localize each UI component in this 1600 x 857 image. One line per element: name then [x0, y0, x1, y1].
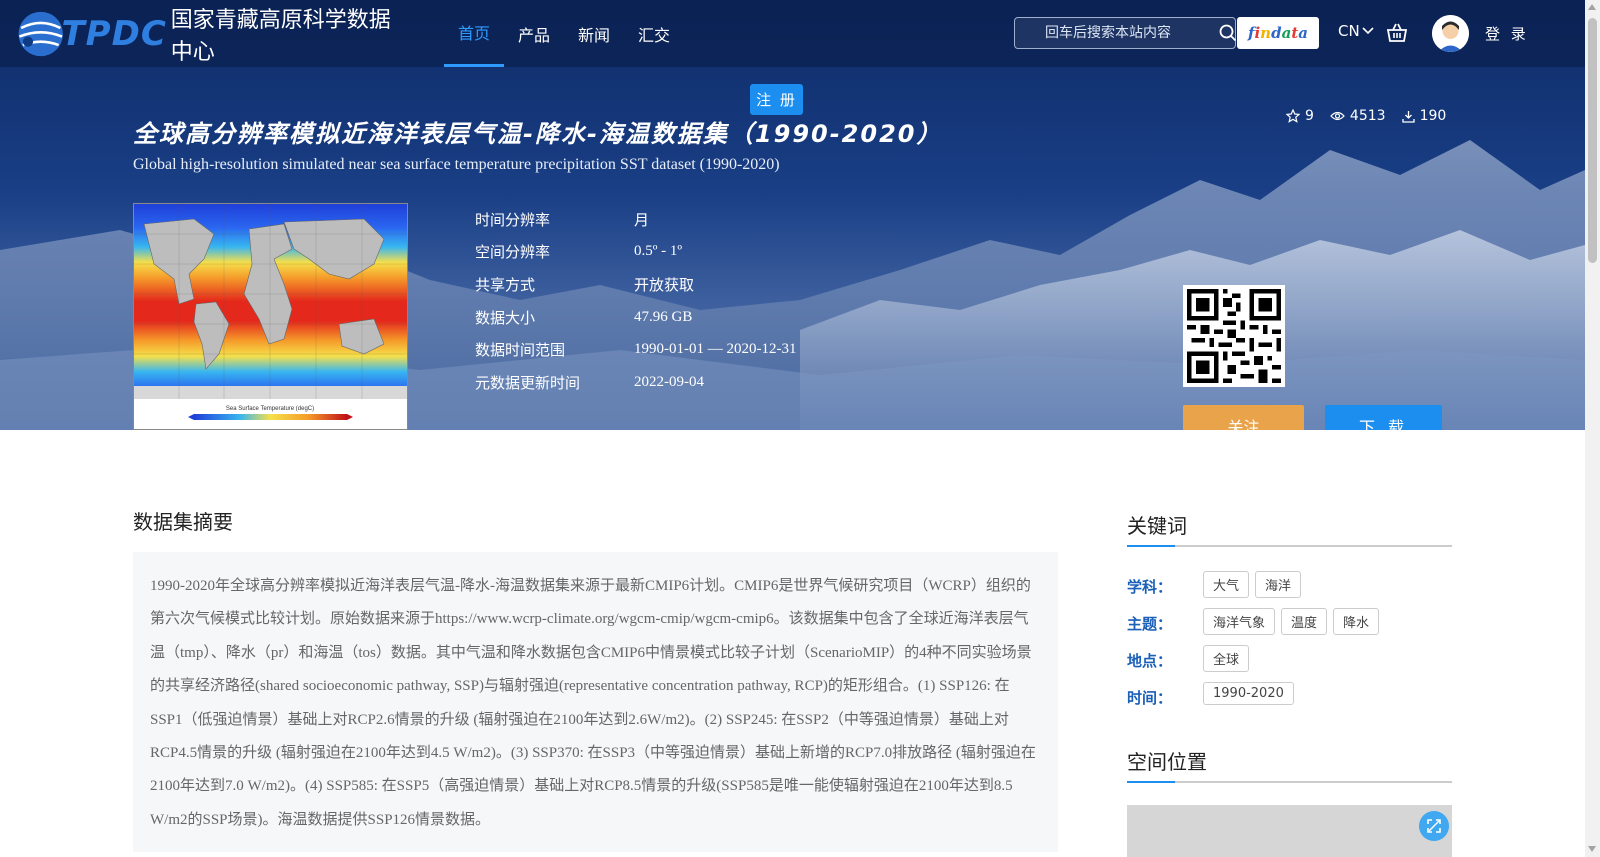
keyword-tags: 全球 [1203, 645, 1250, 672]
keyword-row: 地点： 全球 [1127, 645, 1452, 672]
keyword-label: 地点： [1127, 652, 1173, 670]
keyword-tag[interactable]: 降水 [1333, 608, 1380, 635]
sst-map-image: Sea Surface Temperature (degC) [134, 204, 407, 420]
findata-letter: t [1291, 24, 1299, 42]
meta-row: 数据大小 47.96 GB [475, 301, 796, 334]
meta-value: 1990-01-01 — 2020-12-31 [634, 341, 797, 358]
main-nav: 首页 产品 新闻 汇交 [444, 0, 684, 67]
search-box [1014, 17, 1237, 49]
dataset-title-en: Global high-resolution simulated near se… [133, 156, 780, 173]
nav-news[interactable]: 新闻 [564, 0, 624, 67]
cart-icon[interactable] [1386, 22, 1408, 44]
user-avatar-icon [1432, 15, 1469, 52]
register-button[interactable]: 注 册 [750, 84, 803, 115]
nav-submit[interactable]: 汇交 [624, 0, 684, 67]
globe-logo-icon [18, 11, 63, 57]
thumbnail-caption: Sea Surface Temperature (degC) [226, 406, 314, 412]
qr-code [1183, 285, 1285, 387]
dataset-meta: 时间分辨率 月 空间分辨率 0.5º - 1º 共享方式 开放获取 数据大小 4… [475, 203, 796, 399]
meta-value: 月 [634, 212, 650, 229]
meta-label: 数据时间范围 [475, 341, 566, 360]
meta-label: 共享方式 [475, 275, 536, 294]
meta-value: 开放获取 [634, 277, 695, 294]
findata-letter: n [1260, 24, 1272, 42]
stars-stat[interactable]: 9 [1286, 108, 1314, 124]
keyword-label: 学科： [1127, 578, 1173, 596]
location-map[interactable] [1127, 805, 1452, 857]
keyword-tags: 海洋气象 温度 降水 [1203, 608, 1380, 635]
download-button[interactable]: 下 载 [1325, 405, 1442, 430]
meta-value: 2022-09-04 [634, 373, 704, 390]
language-label: CN [1338, 22, 1360, 40]
downloads-stat: 190 [1401, 108, 1447, 124]
star-icon [1286, 109, 1300, 123]
meta-label: 数据大小 [475, 308, 536, 327]
keyword-tag[interactable]: 大气 [1203, 571, 1250, 598]
avatar[interactable] [1432, 15, 1469, 52]
location-title: 空间位置 [1127, 746, 1452, 783]
abstract-text: 1990-2020年全球高分辨率模拟近海洋表层气温-降水-海温数据集来源于最新C… [133, 552, 1058, 852]
scroll-down-icon[interactable] [1588, 846, 1596, 852]
keyword-tag[interactable]: 全球 [1203, 645, 1250, 672]
meta-value: 0.5º - 1º [634, 243, 683, 260]
meta-row: 数据时间范围 1990-01-01 — 2020-12-31 [475, 333, 796, 366]
keyword-row: 主题： 海洋气象 温度 降水 [1127, 608, 1452, 635]
keyword-tag[interactable]: 海洋 [1255, 571, 1302, 598]
meta-label: 时间分辨率 [475, 210, 551, 229]
meta-row: 共享方式 开放获取 [475, 268, 796, 301]
abstract-title: 数据集摘要 [133, 510, 233, 534]
search-input[interactable] [1015, 25, 1219, 41]
logo-abbr: TPDC [61, 14, 167, 54]
eye-icon [1330, 111, 1345, 121]
keyword-row: 时间： 1990-2020 [1127, 682, 1452, 708]
keyword-tags: 1990-2020 [1203, 682, 1294, 705]
findata-letter: a [1281, 24, 1292, 42]
page-scrollbar[interactable] [1585, 0, 1600, 857]
stars-count: 9 [1305, 108, 1314, 124]
keyword-tag[interactable]: 1990-2020 [1203, 682, 1294, 705]
dataset-title-cn: 全球高分辨率模拟近海洋表层气温-降水-海温数据集（1990-2020） [133, 120, 943, 148]
dataset-thumbnail[interactable]: Sea Surface Temperature (degC) [133, 203, 408, 430]
downloads-count: 190 [1419, 108, 1447, 124]
search-icon[interactable] [1219, 17, 1237, 49]
meta-label: 空间分辨率 [475, 243, 551, 262]
meta-row: 空间分辨率 0.5º - 1º [475, 236, 796, 269]
keyword-row: 学科： 大气 海洋 [1127, 571, 1452, 598]
meta-row: 时间分辨率 月 [475, 203, 796, 236]
scroll-up-icon[interactable] [1588, 4, 1596, 10]
keyword-tag[interactable]: 温度 [1281, 608, 1328, 635]
views-stat: 4513 [1330, 108, 1386, 124]
follow-button[interactable]: 关注 [1183, 405, 1304, 430]
findata-letter: d [1271, 24, 1282, 42]
login-link[interactable]: 登 录 [1485, 23, 1529, 44]
chevron-down-icon [1362, 27, 1374, 35]
language-switcher[interactable]: CN [1338, 22, 1374, 40]
location-panel: 空间位置 [1127, 746, 1452, 783]
keyword-tags: 大气 海洋 [1203, 571, 1302, 598]
dataset-stats: 9 4513 190 [1286, 108, 1446, 124]
keyword-tag[interactable]: 海洋气象 [1203, 608, 1276, 635]
meta-value: 47.96 GB [634, 308, 693, 325]
keywords-panel: 关键词 学科： 大气 海洋 主题： 海洋气象 温度 降水 地点： 全球 时间： … [1127, 510, 1452, 708]
keyword-label: 主题： [1127, 615, 1173, 633]
keyword-label: 时间： [1127, 689, 1173, 707]
keywords-title: 关键词 [1127, 510, 1452, 547]
findata-letter: a [1298, 24, 1308, 42]
logo-name: 国家青藏高原科学数据中心 [170, 8, 391, 65]
nav-home[interactable]: 首页 [444, 0, 505, 67]
hero-banner: TPDC 国家青藏高原科学数据中心 首页 产品 新闻 汇交 注 册 f i n … [0, 0, 1585, 430]
findata-logo-button[interactable]: f i n d a t a [1237, 17, 1319, 49]
download-icon [1401, 110, 1415, 123]
nav-products[interactable]: 产品 [504, 0, 564, 67]
views-count: 4513 [1349, 108, 1386, 124]
qr-code-icon [1187, 289, 1281, 383]
meta-label: 元数据更新时间 [475, 373, 581, 392]
scroll-thumb[interactable] [1588, 18, 1597, 263]
meta-row: 元数据更新时间 2022-09-04 [475, 366, 796, 399]
fullscreen-icon[interactable] [1419, 811, 1449, 841]
site-logo[interactable]: TPDC 国家青藏高原科学数据中心 [16, 4, 396, 65]
